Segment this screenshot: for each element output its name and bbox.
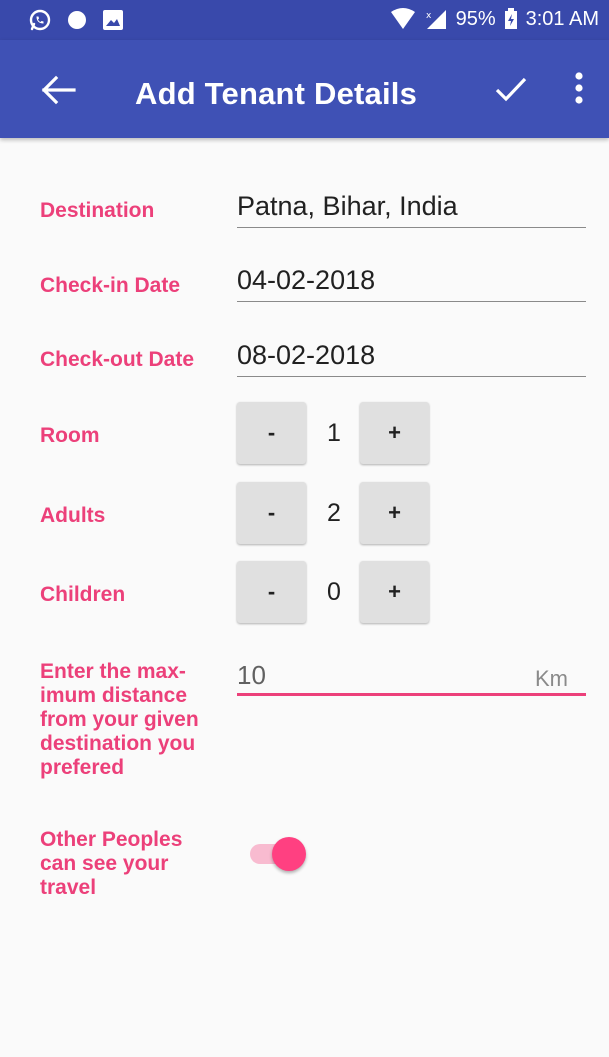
children-count: 0 <box>327 578 341 606</box>
more-vert-icon[interactable] <box>572 70 586 106</box>
children-decrement-button[interactable]: - <box>237 561 306 623</box>
page-title: Add Tenant Details <box>135 76 418 111</box>
checkout-field <box>237 337 586 377</box>
circle-notification-icon <box>68 11 86 29</box>
clock: 3:01 AM <box>525 8 599 30</box>
battery-percent: 95% <box>455 8 496 30</box>
room-count: 1 <box>327 419 341 447</box>
distance-unit: Km <box>535 666 568 691</box>
notification-icons <box>28 8 124 32</box>
destination-input[interactable] <box>237 188 586 224</box>
svg-text:x: x <box>426 11 432 21</box>
distance-label-line: from your given <box>40 708 199 731</box>
checkout-date-input[interactable] <box>237 337 586 373</box>
distance-label: Enter the max- imum distance from your g… <box>40 660 199 780</box>
app-toolbar: Add Tenant Details <box>0 40 609 138</box>
adults-label: Adults <box>40 504 106 527</box>
image-icon <box>103 10 123 30</box>
checkout-label: Check-out Date <box>40 348 195 371</box>
children-increment-button[interactable]: + <box>360 561 429 623</box>
room-label: Room <box>40 424 100 447</box>
distance-input[interactable] <box>237 658 497 692</box>
status-bar: x 95% 3:01 AM <box>0 0 609 40</box>
distance-field: Km <box>237 658 586 696</box>
checkin-label: Check-in Date <box>40 274 181 297</box>
destination-field <box>237 188 586 228</box>
distance-label-line: imum distance <box>40 684 188 707</box>
signal-icon: x <box>426 10 446 29</box>
room-increment-button[interactable]: + <box>360 402 429 464</box>
adults-count: 2 <box>327 499 341 527</box>
system-indicators: x 95% 3:01 AM <box>390 7 599 31</box>
checkin-field <box>237 262 586 302</box>
visibility-switch[interactable] <box>250 836 306 871</box>
distance-label-line: destination you <box>40 732 196 755</box>
whatsapp-icon <box>29 9 51 31</box>
wifi-icon <box>390 8 415 29</box>
distance-label-line: prefered <box>40 756 125 779</box>
visibility-label: Other Peoples can see your travel <box>40 828 182 900</box>
switch-thumb <box>272 837 306 871</box>
room-decrement-button[interactable]: - <box>237 402 306 464</box>
distance-label-line: Enter the max- <box>40 660 186 683</box>
children-label: Children <box>40 583 126 606</box>
destination-label: Destination <box>40 199 155 222</box>
visibility-label-line: Other Peoples <box>40 828 183 851</box>
adults-increment-button[interactable]: + <box>360 482 429 544</box>
checkin-date-input[interactable] <box>237 262 586 298</box>
check-icon[interactable] <box>494 74 528 104</box>
adults-decrement-button[interactable]: - <box>237 482 306 544</box>
battery-charging-icon <box>504 8 517 29</box>
visibility-label-line: travel <box>40 876 97 899</box>
back-arrow-icon[interactable] <box>40 74 76 106</box>
visibility-label-line: can see your <box>40 852 169 875</box>
